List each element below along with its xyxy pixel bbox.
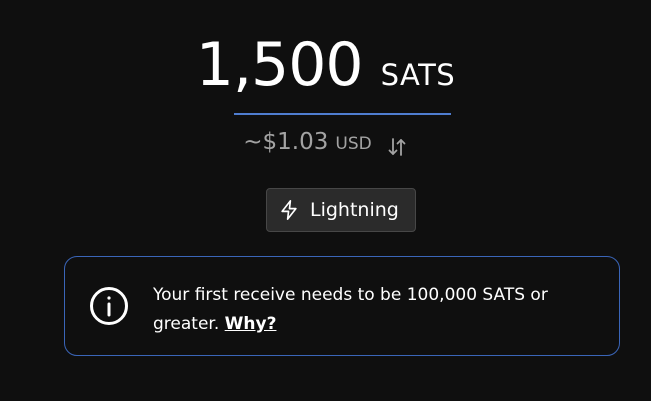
swap-vertical-arrows-icon[interactable]	[386, 136, 408, 158]
amount-input-underline	[234, 113, 451, 115]
info-circle-icon	[90, 287, 128, 325]
amount-display[interactable]: 1,500 SATS	[0, 30, 651, 110]
minimum-receive-notice: Your first receive needs to be 100,000 S…	[64, 256, 620, 356]
notice-text: Your first receive needs to be 100,000 S…	[153, 281, 593, 339]
receive-method-label: Lightning	[310, 199, 399, 221]
receive-method-button[interactable]: Lightning	[266, 188, 416, 232]
lightning-bolt-icon	[281, 200, 297, 220]
amount-value: 1,500	[195, 30, 364, 100]
notice-message: Your first receive needs to be 100,000 S…	[153, 285, 548, 334]
fiat-value: ~$1.03	[243, 129, 329, 155]
amount-unit: SATS	[380, 58, 456, 92]
why-link[interactable]: Why?	[225, 314, 277, 334]
fiat-conversion: ~$1.03 USD	[0, 129, 651, 165]
fiat-currency: USD	[335, 134, 372, 154]
